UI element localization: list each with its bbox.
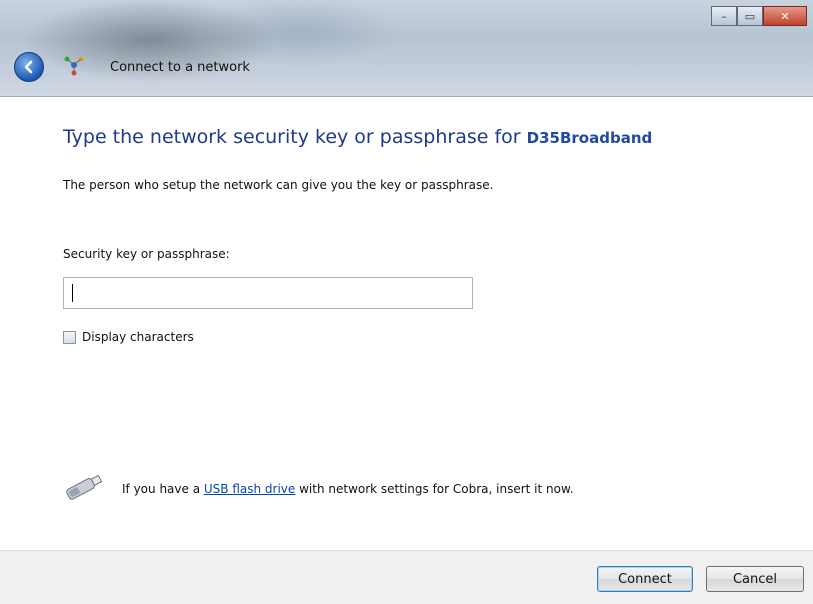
window-controls: – ▭ ✕	[711, 6, 807, 26]
usb-hint-suffix: with network settings for Cobra, insert …	[295, 482, 574, 496]
display-characters-row[interactable]: Display characters	[63, 330, 194, 344]
text-caret	[72, 284, 73, 302]
minimize-icon[interactable]: –	[711, 6, 737, 26]
title-bar: – ▭ ✕ Connect to a network	[0, 0, 813, 97]
usb-hint-prefix: If you have a	[122, 482, 204, 496]
network-name: D35Broadband	[526, 129, 653, 147]
heading-text: Type the network security key or passphr…	[63, 126, 527, 148]
close-icon[interactable]: ✕	[763, 6, 807, 26]
cancel-button[interactable]: Cancel	[706, 566, 804, 592]
security-key-label: Security key or passphrase:	[63, 247, 230, 261]
connect-button[interactable]: Connect	[597, 566, 693, 592]
display-characters-checkbox[interactable]	[63, 330, 76, 344]
window-title: Connect to a network	[110, 60, 250, 75]
usb-drive-icon	[66, 474, 103, 500]
page-heading: Type the network security key or passphr…	[63, 126, 652, 148]
description-text: The person who setup the network can giv…	[63, 178, 494, 192]
network-icon	[64, 56, 84, 76]
maximize-icon[interactable]: ▭	[737, 6, 763, 26]
back-arrow-icon[interactable]	[14, 52, 44, 82]
usb-flash-drive-link[interactable]: USB flash drive	[204, 482, 295, 496]
usb-hint: If you have a USB flash drive with netwo…	[122, 482, 574, 496]
display-characters-label: Display characters	[82, 330, 194, 344]
security-key-input[interactable]	[63, 277, 473, 309]
